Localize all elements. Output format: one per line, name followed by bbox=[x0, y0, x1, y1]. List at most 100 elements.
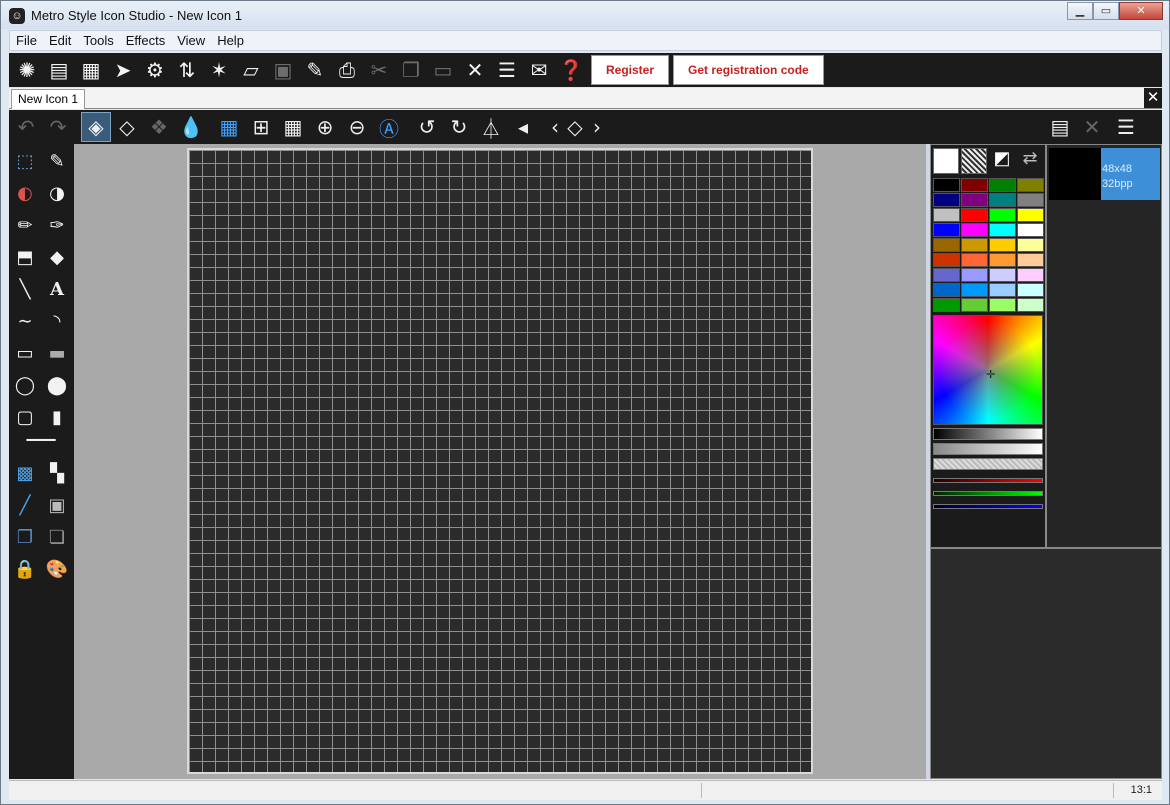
color-swatch[interactable] bbox=[989, 178, 1016, 192]
menu-effects[interactable]: Effects bbox=[120, 31, 172, 50]
foreground-color-swatch[interactable] bbox=[933, 148, 959, 174]
flip-horizontal-icon[interactable]: ⏃ bbox=[476, 112, 506, 142]
lock-palette-icon[interactable]: 🎨 bbox=[42, 554, 72, 584]
filled-rounded-rectangle-icon[interactable]: ▮ bbox=[42, 402, 72, 432]
color-swatch[interactable] bbox=[1017, 238, 1044, 252]
color-swatch[interactable] bbox=[961, 253, 988, 267]
color-swatch[interactable] bbox=[933, 283, 960, 297]
maximize-button[interactable]: ▭ bbox=[1093, 2, 1119, 20]
pencil-icon[interactable]: ✏ bbox=[10, 210, 40, 240]
curve-icon[interactable]: ∼ bbox=[10, 306, 40, 336]
recent-colors-bar[interactable] bbox=[933, 458, 1043, 470]
layers-merge-icon[interactable]: ❏ bbox=[42, 522, 72, 552]
replace-color-icon[interactable]: ◆ bbox=[42, 242, 72, 272]
fill-bucket-icon[interactable]: ⬒ bbox=[10, 242, 40, 272]
settings-icon[interactable]: ⚙ bbox=[139, 55, 171, 85]
pixel-grid-canvas[interactable] bbox=[187, 148, 813, 774]
brush-icon[interactable]: ✑ bbox=[42, 210, 72, 240]
rotate-right-icon[interactable]: ↻ bbox=[444, 112, 474, 142]
arc-icon[interactable]: ◝ bbox=[42, 306, 72, 336]
lock-alpha-icon[interactable]: 🔒 bbox=[10, 554, 40, 584]
menu-help[interactable]: Help bbox=[211, 31, 250, 50]
rounded-rectangle-icon[interactable]: ▢ bbox=[10, 402, 40, 432]
view-3d-light-icon[interactable]: ◇ bbox=[112, 112, 142, 142]
rotate-left-icon[interactable]: ↺ bbox=[412, 112, 442, 142]
dodge-icon[interactable]: ╱ bbox=[10, 490, 40, 520]
color-swatch[interactable] bbox=[933, 223, 960, 237]
image-format-icon[interactable]: ▤ bbox=[1045, 112, 1075, 142]
color-swatch[interactable] bbox=[961, 298, 988, 312]
color-swatch[interactable] bbox=[989, 223, 1016, 237]
eraser-color-icon[interactable]: ◐ bbox=[10, 178, 40, 208]
cut-icon[interactable]: ✂ bbox=[363, 55, 395, 85]
grid-medium-icon[interactable]: ⊞ bbox=[246, 112, 276, 142]
grid-fine-icon[interactable]: ▦ bbox=[214, 112, 244, 142]
color-swatch[interactable] bbox=[933, 268, 960, 282]
new-icon-icon[interactable]: ✺ bbox=[11, 55, 43, 85]
color-swatch[interactable] bbox=[933, 178, 960, 192]
delete-icon[interactable]: ✕ bbox=[459, 55, 491, 85]
title-bar[interactable]: ☺ Metro Style Icon Studio - New Icon 1 ▁… bbox=[1, 1, 1169, 29]
line-icon[interactable]: ╲ bbox=[10, 274, 40, 304]
menu-file[interactable]: File bbox=[10, 31, 43, 50]
filled-rectangle-icon[interactable]: ▬ bbox=[42, 338, 72, 368]
color-swatch[interactable] bbox=[989, 208, 1016, 222]
color-swatch[interactable] bbox=[933, 238, 960, 252]
flip-vertical-icon[interactable]: ◂ bbox=[508, 112, 538, 142]
paste-icon[interactable]: ▭ bbox=[427, 55, 459, 85]
view-3d-dark-icon[interactable]: ◈ bbox=[81, 112, 111, 142]
color-swatch[interactable] bbox=[961, 283, 988, 297]
gradient-icon[interactable]: ▩ bbox=[10, 458, 40, 488]
view-3d-multi-icon[interactable]: ❖ bbox=[144, 112, 174, 142]
marquee-icon[interactable]: ⬚ bbox=[10, 146, 40, 176]
minimize-button[interactable]: ▁ bbox=[1067, 2, 1093, 20]
brightness-slider[interactable] bbox=[933, 428, 1043, 440]
color-swatch[interactable] bbox=[989, 238, 1016, 252]
color-swatch[interactable] bbox=[933, 208, 960, 222]
color-spectrum[interactable]: ✛ bbox=[933, 315, 1043, 425]
color-swatch[interactable] bbox=[989, 283, 1016, 297]
close-document-icon[interactable]: ✕ bbox=[1144, 88, 1162, 108]
color-swatch[interactable] bbox=[1017, 193, 1044, 207]
color-swatch[interactable] bbox=[1017, 223, 1044, 237]
color-swatch[interactable] bbox=[961, 223, 988, 237]
swap-colors-icon[interactable]: ⇄ bbox=[1017, 148, 1043, 174]
color-swatch[interactable] bbox=[961, 178, 988, 192]
color-swatch[interactable] bbox=[989, 268, 1016, 282]
properties-icon[interactable]: ☰ bbox=[491, 55, 523, 85]
save-as-icon[interactable]: ✎ bbox=[299, 55, 331, 85]
red-slider[interactable] bbox=[933, 478, 1043, 483]
color-modes-icon[interactable]: ◩ bbox=[989, 148, 1015, 174]
save-icon[interactable]: ▣ bbox=[267, 55, 299, 85]
color-swatch[interactable] bbox=[961, 193, 988, 207]
blue-slider[interactable] bbox=[933, 504, 1043, 509]
color-swatch[interactable] bbox=[961, 208, 988, 222]
new-icon-from-image-icon[interactable]: ▤ bbox=[43, 55, 75, 85]
menu-edit[interactable]: Edit bbox=[43, 31, 77, 50]
undo-icon[interactable]: ↶ bbox=[11, 112, 41, 142]
redo-icon[interactable]: ↷ bbox=[43, 112, 73, 142]
alpha-slider[interactable] bbox=[933, 443, 1043, 455]
open-folder-icon[interactable]: ▱ bbox=[235, 55, 267, 85]
copy-icon[interactable]: ❐ bbox=[395, 55, 427, 85]
zoom-actual-icon[interactable]: Ⓐ bbox=[374, 112, 404, 142]
color-swatch[interactable] bbox=[1017, 208, 1044, 222]
delete-format-icon[interactable]: ✕ bbox=[1077, 112, 1107, 142]
color-swatch[interactable] bbox=[989, 193, 1016, 207]
export-icon[interactable]: ✉ bbox=[523, 55, 555, 85]
zoom-in-icon[interactable]: ⊕ bbox=[310, 112, 340, 142]
color-swatch[interactable] bbox=[989, 253, 1016, 267]
color-swatch[interactable] bbox=[933, 193, 960, 207]
eyedropper-icon[interactable]: ✎ bbox=[42, 146, 72, 176]
import-icon[interactable]: ⇅ bbox=[171, 55, 203, 85]
format-thumbnail[interactable] bbox=[1049, 148, 1101, 200]
color-swatch[interactable] bbox=[1017, 268, 1044, 282]
color-swatch[interactable] bbox=[961, 268, 988, 282]
help-icon[interactable]: ❓ bbox=[555, 55, 587, 85]
color-swatch[interactable] bbox=[989, 298, 1016, 312]
select-icon[interactable]: ➤ bbox=[107, 55, 139, 85]
rectangle-icon[interactable]: ▭ bbox=[10, 338, 40, 368]
layers-icon[interactable]: ☰ bbox=[1111, 112, 1141, 142]
transparency-icon[interactable]: 💧 bbox=[176, 112, 206, 142]
text-icon[interactable]: A bbox=[42, 274, 72, 304]
